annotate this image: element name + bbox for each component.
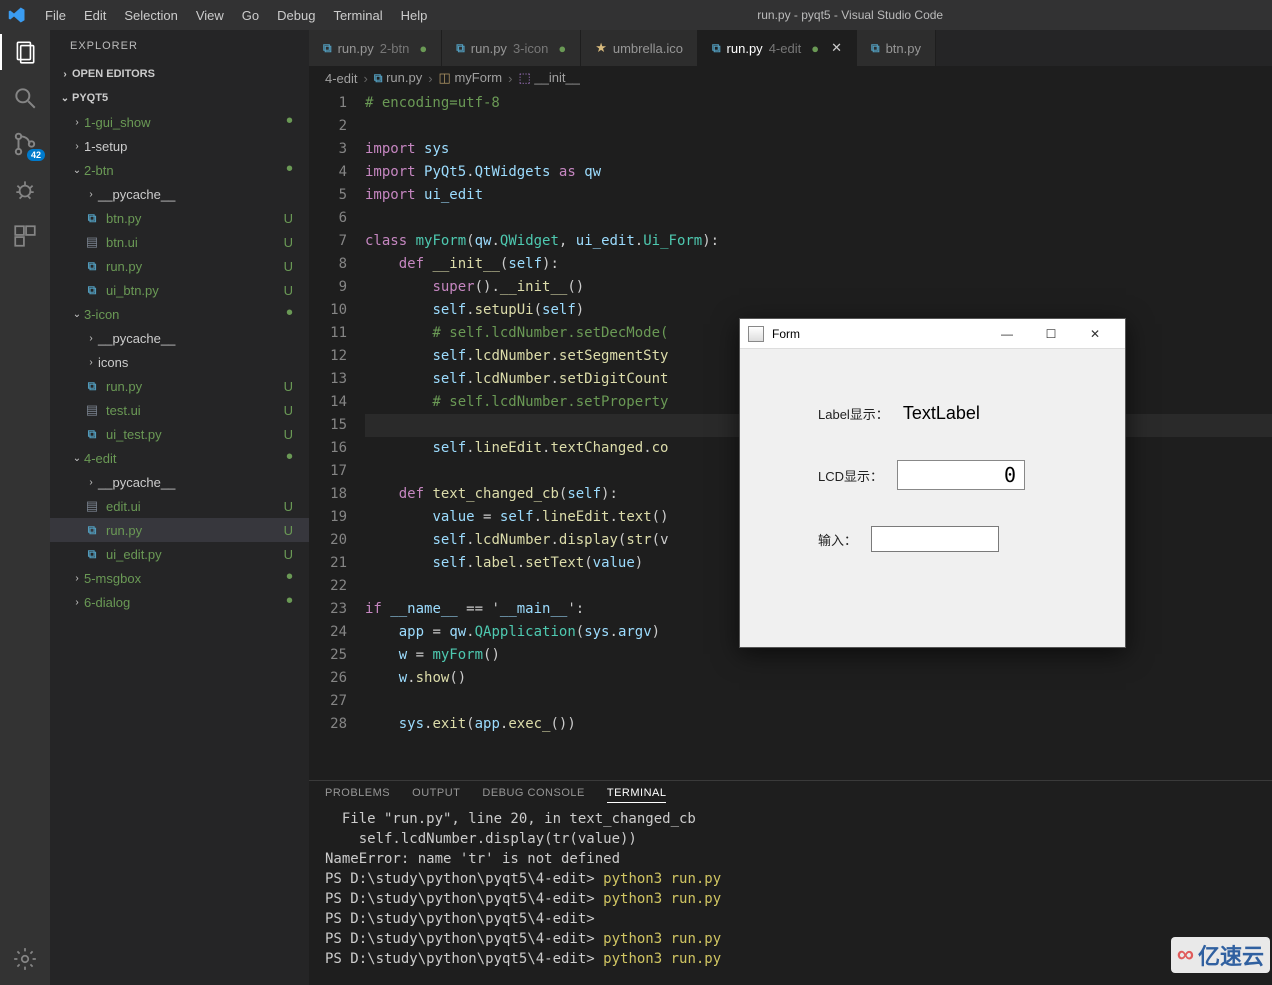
explorer-icon[interactable]: [11, 38, 39, 66]
form-titlebar[interactable]: Form — ☐ ✕: [740, 319, 1125, 349]
form-app-icon: [748, 326, 764, 342]
extensions-icon[interactable]: [11, 222, 39, 250]
source-control-icon[interactable]: 42: [11, 130, 39, 158]
maximize-button[interactable]: ☐: [1029, 320, 1073, 348]
scm-badge: 42: [27, 149, 45, 161]
tab-close-icon[interactable]: ✕: [831, 40, 842, 56]
file-test.ui[interactable]: ▤test.uiU: [50, 398, 309, 422]
vscode-logo-icon: [8, 6, 26, 24]
watermark-text: 亿速云: [1198, 939, 1264, 971]
title-bar: FileEditSelectionViewGoDebugTerminalHelp…: [0, 0, 1272, 30]
file-edit.ui[interactable]: ▤edit.uiU: [50, 494, 309, 518]
menu-view[interactable]: View: [187, 4, 233, 27]
tab-umbrella.ico[interactable]: ★umbrella.ico: [581, 30, 698, 66]
file-ui_edit.py[interactable]: ⧉ui_edit.pyU: [50, 542, 309, 566]
tab-run.py-4-edit[interactable]: ⧉run.py4-edit●✕: [698, 30, 857, 66]
pyqt-form-window[interactable]: Form — ☐ ✕ Label显示： TextLabel LCD显示： 0 输…: [739, 318, 1126, 648]
panel-tab-output[interactable]: OUTPUT: [412, 787, 460, 803]
line-edit-input[interactable]: [871, 526, 999, 552]
watermark: ∞ 亿速云: [1171, 937, 1270, 973]
sidebar: EXPLORER ›OPEN EDITORS ⌄PYQT5 ›1-gui_sho…: [50, 30, 309, 985]
breadcrumb-item[interactable]: ⬚ __init__: [518, 70, 579, 86]
breadcrumb-item[interactable]: ⧉ run.py: [374, 70, 422, 86]
tab-run.py-2-btn[interactable]: ⧉run.py2-btn●: [309, 30, 442, 66]
lcd-label: LCD显示：: [818, 466, 883, 485]
panel-tab-problems[interactable]: PROBLEMS: [325, 787, 390, 803]
folder-__pycache__[interactable]: ›__pycache__: [50, 470, 309, 494]
form-title: Form: [772, 327, 985, 341]
menu-terminal[interactable]: Terminal: [324, 4, 391, 27]
tab-btn.py[interactable]: ⧉btn.py: [857, 30, 936, 66]
activity-bar: 42: [0, 30, 50, 985]
folder-1-gui_show[interactable]: ›1-gui_show•: [50, 110, 309, 134]
minimize-button[interactable]: —: [985, 320, 1029, 348]
menu-bar: FileEditSelectionViewGoDebugTerminalHelp: [36, 4, 436, 27]
settings-gear-icon[interactable]: [11, 945, 39, 973]
panel-tab-debug-console[interactable]: DEBUG CONSOLE: [482, 787, 584, 803]
panel-tabs: PROBLEMS OUTPUT DEBUG CONSOLE TERMINAL: [309, 781, 1272, 809]
menu-go[interactable]: Go: [233, 4, 268, 27]
file-run.py[interactable]: ⧉run.pyU: [50, 374, 309, 398]
bottom-panel: PROBLEMS OUTPUT DEBUG CONSOLE TERMINAL File…: [309, 780, 1272, 985]
menu-file[interactable]: File: [36, 4, 75, 27]
file-tree: ›1-gui_show•›1-setup⌄2-btn•›__pycache__⧉…: [50, 110, 309, 614]
folder-6-dialog[interactable]: ›6-dialog•: [50, 590, 309, 614]
input-label: 输入：: [818, 530, 857, 549]
open-editors-header[interactable]: ›OPEN EDITORS: [50, 62, 309, 86]
menu-help[interactable]: Help: [392, 4, 437, 27]
label-display-label: Label显示：: [818, 404, 889, 423]
file-run.py[interactable]: ⧉run.pyU: [50, 518, 309, 542]
lcd-number: 0: [897, 460, 1025, 490]
folder-__pycache__[interactable]: ›__pycache__: [50, 326, 309, 350]
terminal-output[interactable]: File "run.py", line 20, in text_changed_…: [309, 809, 1272, 985]
menu-selection[interactable]: Selection: [115, 4, 186, 27]
breadcrumbs[interactable]: 4-edit›⧉ run.py›◫ myForm›⬚ __init__: [309, 66, 1272, 90]
line-number-gutter: 1234567891011121314151617181920212223242…: [309, 90, 365, 780]
debug-icon[interactable]: [11, 176, 39, 204]
menu-edit[interactable]: Edit: [75, 4, 115, 27]
file-ui_btn.py[interactable]: ⧉ui_btn.pyU: [50, 278, 309, 302]
folder-icons[interactable]: ›icons: [50, 350, 309, 374]
folder-3-icon[interactable]: ⌄3-icon•: [50, 302, 309, 326]
watermark-icon: ∞: [1177, 941, 1194, 969]
workspace-root[interactable]: ⌄PYQT5: [50, 86, 309, 110]
folder-5-msgbox[interactable]: ›5-msgbox•: [50, 566, 309, 590]
tab-run.py-3-icon[interactable]: ⧉run.py3-icon●: [442, 30, 581, 66]
menu-debug[interactable]: Debug: [268, 4, 324, 27]
folder-1-setup[interactable]: ›1-setup: [50, 134, 309, 158]
breadcrumb-item[interactable]: 4-edit: [325, 71, 358, 86]
folder-__pycache__[interactable]: ›__pycache__: [50, 182, 309, 206]
file-btn.ui[interactable]: ▤btn.uiU: [50, 230, 309, 254]
breadcrumb-item[interactable]: ◫ myForm: [439, 70, 503, 86]
file-btn.py[interactable]: ⧉btn.pyU: [50, 206, 309, 230]
editor-tabs: ⧉run.py2-btn●⧉run.py3-icon●★umbrella.ico…: [309, 30, 1272, 66]
folder-4-edit[interactable]: ⌄4-edit•: [50, 446, 309, 470]
window-title: run.py - pyqt5 - Visual Studio Code: [436, 8, 1264, 22]
panel-tab-terminal[interactable]: TERMINAL: [607, 787, 667, 803]
sidebar-title: EXPLORER: [50, 30, 309, 62]
label-display-value: TextLabel: [903, 403, 980, 424]
close-button[interactable]: ✕: [1073, 320, 1117, 348]
file-ui_test.py[interactable]: ⧉ui_test.pyU: [50, 422, 309, 446]
search-icon[interactable]: [11, 84, 39, 112]
folder-2-btn[interactable]: ⌄2-btn•: [50, 158, 309, 182]
file-run.py[interactable]: ⧉run.pyU: [50, 254, 309, 278]
